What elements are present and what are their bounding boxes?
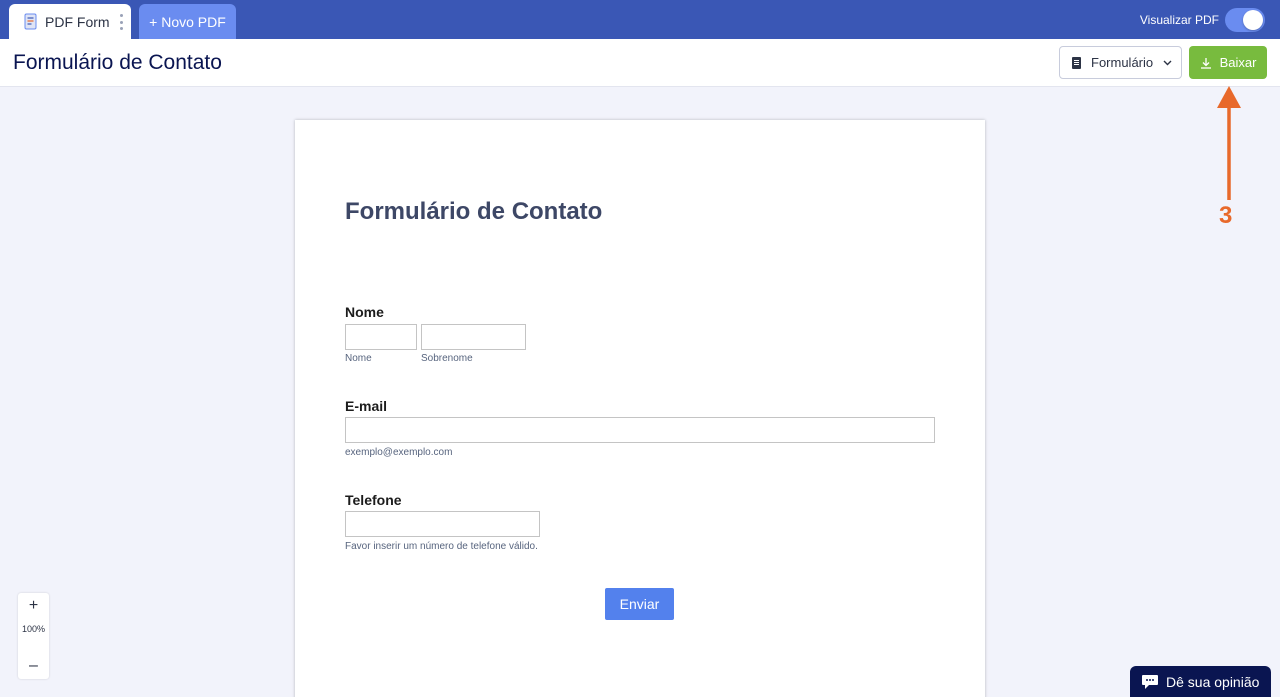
- view-mode-selected: Formulário: [1091, 55, 1154, 70]
- feedback-button[interactable]: Dê sua opinião: [1130, 666, 1271, 697]
- form-document-icon: [1072, 56, 1081, 69]
- annotation-step-number: 3: [1219, 202, 1233, 229]
- switch-knob: [1243, 10, 1263, 30]
- submit-button[interactable]: Enviar: [605, 588, 674, 620]
- zoom-in-button[interactable]: +: [18, 593, 49, 619]
- zoom-out-button[interactable]: –: [18, 653, 49, 679]
- download-label: Baixar: [1219, 55, 1257, 70]
- preview-pdf-label: Visualizar PDF: [1139, 13, 1219, 27]
- phone-label: Telefone: [345, 492, 402, 508]
- zoom-level: 100%: [21, 624, 46, 634]
- pdf-document-icon: [24, 13, 37, 29]
- chevron-down-icon: [1163, 60, 1172, 65]
- name-label: Nome: [345, 304, 384, 320]
- zoom-controls: + 100% –: [18, 593, 49, 679]
- first-name-field[interactable]: [345, 324, 417, 350]
- page-header: Formulário de Contato Formulário Baixar: [0, 39, 1280, 87]
- download-button[interactable]: Baixar: [1189, 46, 1267, 79]
- tab-options-icon[interactable]: [119, 14, 123, 30]
- tab-label: PDF Form: [45, 13, 110, 30]
- preview-pdf-toggle-group: Visualizar PDF: [1140, 7, 1265, 33]
- form-heading: Formulário de Contato: [345, 198, 603, 225]
- phone-field[interactable]: [345, 511, 540, 537]
- download-icon: [1200, 57, 1211, 69]
- pdf-page: Formulário de Contato Nome Nome Sobrenom…: [295, 120, 985, 697]
- view-mode-dropdown[interactable]: Formulário: [1059, 46, 1182, 79]
- last-name-sublabel: Sobrenome: [421, 353, 473, 364]
- new-pdf-tab-button[interactable]: + Novo PDF: [139, 4, 236, 39]
- first-name-sublabel: Nome: [345, 353, 372, 364]
- last-name-field[interactable]: [421, 324, 526, 350]
- preview-pdf-switch[interactable]: [1225, 8, 1265, 32]
- email-field[interactable]: [345, 417, 935, 443]
- annotation-arrow-icon: [1217, 86, 1241, 200]
- chat-bubble-icon: [1142, 674, 1158, 689]
- phone-sublabel: Favor inserir um número de telefone váli…: [345, 541, 538, 552]
- top-tab-bar: PDF Form + Novo PDF Visualizar PDF: [0, 0, 1280, 39]
- email-sublabel: exemplo@exemplo.com: [345, 447, 453, 458]
- tab-pdf-form[interactable]: PDF Form: [9, 4, 131, 39]
- email-label: E-mail: [345, 398, 388, 414]
- feedback-label: Dê sua opinião: [1166, 673, 1260, 690]
- page-title: Formulário de Contato: [13, 51, 222, 74]
